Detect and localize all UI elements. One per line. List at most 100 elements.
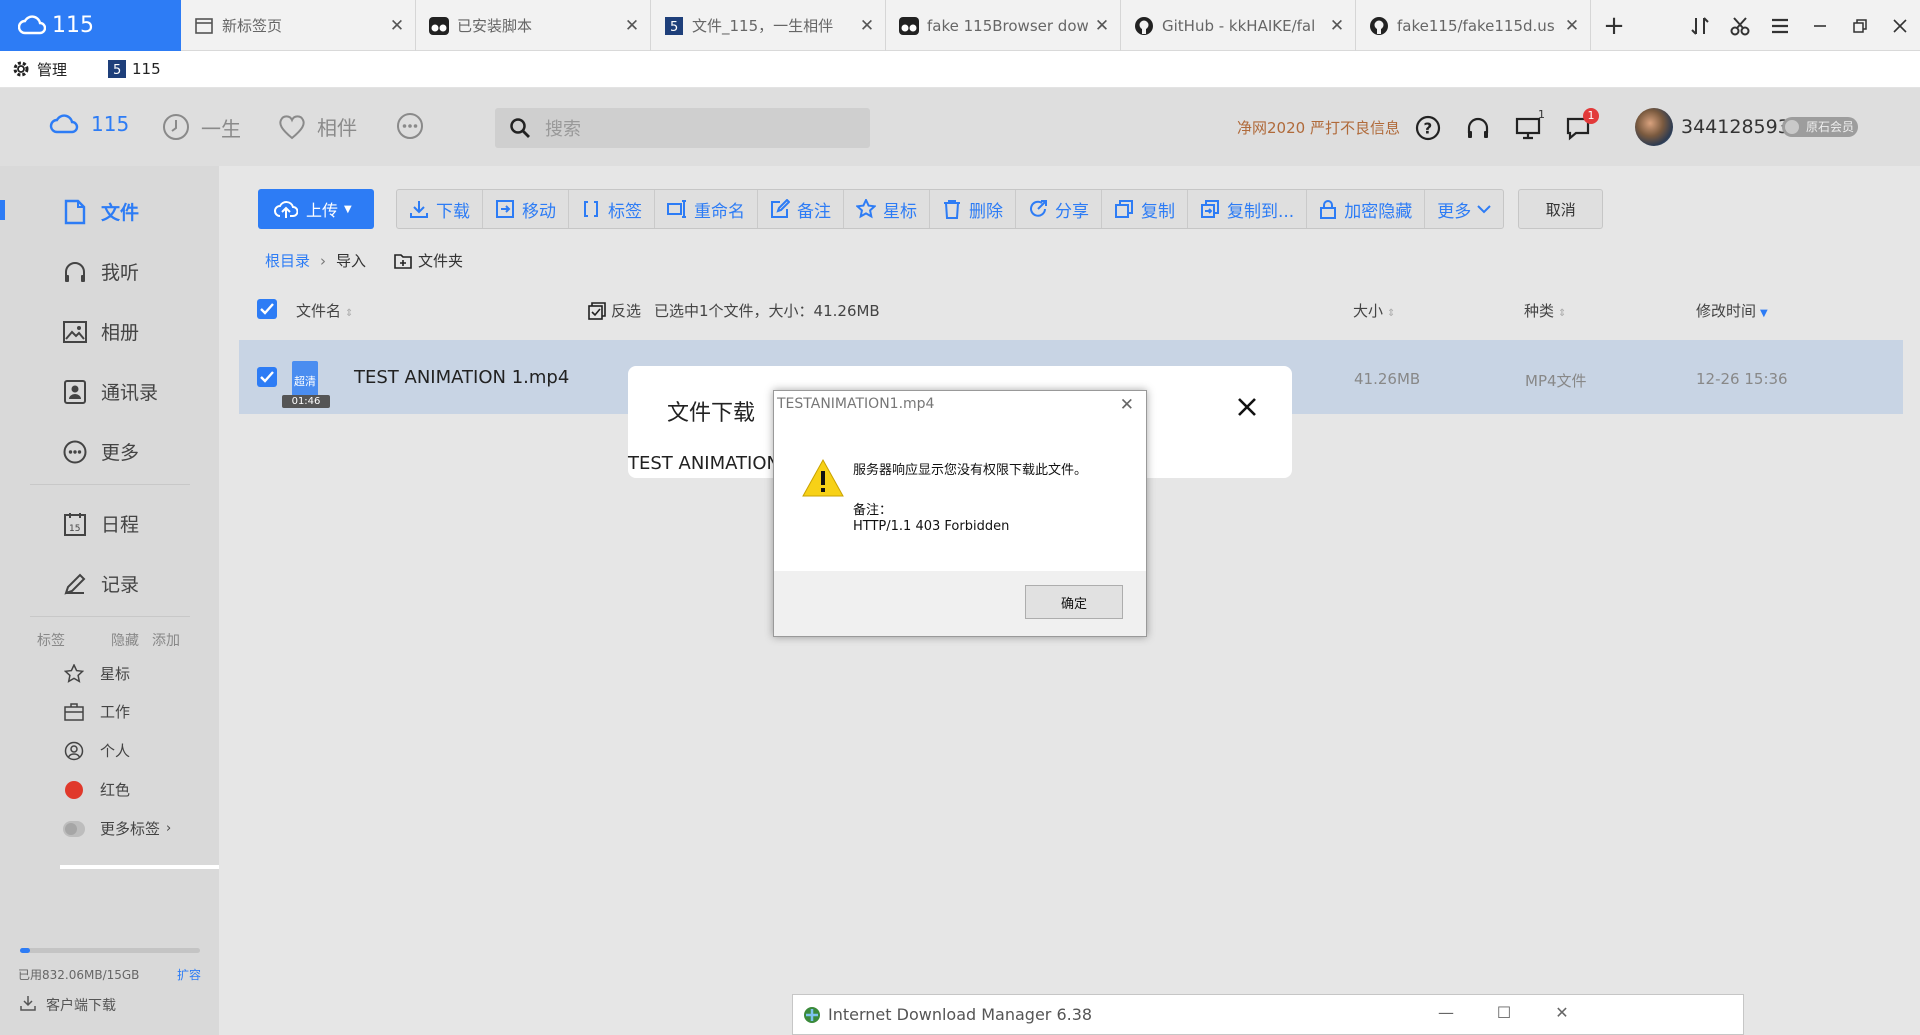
more-button[interactable]: 更多 xyxy=(1425,190,1503,228)
upload-button[interactable]: 上传 ▼ xyxy=(258,189,374,229)
tab-close-button[interactable]: ✕ xyxy=(1564,16,1580,36)
select-all-checkbox[interactable] xyxy=(257,299,277,319)
sidebar-item-album[interactable]: 相册 xyxy=(62,318,139,345)
tags-add-button[interactable]: 添加 xyxy=(152,630,180,650)
svg-text:?: ? xyxy=(1424,120,1433,138)
check-icon xyxy=(260,371,274,383)
copy-button[interactable]: 复制 xyxy=(1102,190,1188,228)
tab-close-button[interactable]: ✕ xyxy=(389,16,405,36)
tag-label: 个人 xyxy=(100,742,131,760)
tags-hide-button[interactable]: 隐藏 xyxy=(111,630,139,650)
new-tab-button[interactable]: + xyxy=(1591,0,1637,51)
sidebar-item-more[interactable]: 更多 xyxy=(62,438,139,465)
tab-github-fake115[interactable]: fake115/fake115d.us ✕ xyxy=(1356,0,1591,51)
sidebar-item-label: 更多 xyxy=(101,442,140,464)
tab-label: GitHub - kkHAIKE/fal xyxy=(1162,16,1316,35)
delete-button[interactable]: 删除 xyxy=(930,190,1016,228)
close-icon[interactable] xyxy=(1234,394,1260,420)
svg-text:5: 5 xyxy=(113,63,121,78)
star-icon xyxy=(856,199,876,219)
invert-label: 反选 xyxy=(611,302,642,320)
contacts-icon xyxy=(62,379,88,405)
minimize-icon[interactable] xyxy=(1800,0,1840,51)
column-kind[interactable]: 种类 ⇕ xyxy=(1524,300,1566,321)
tag-button[interactable]: 标签 xyxy=(569,190,655,228)
note-button[interactable]: 备注 xyxy=(758,190,844,228)
tag-personal[interactable]: 个人 xyxy=(62,740,130,761)
tab-installed-scripts[interactable]: 已安装脚本 ✕ xyxy=(416,0,651,51)
tab-fake-115browser[interactable]: fake 115Browser dow ✕ xyxy=(886,0,1121,51)
tab-close-button[interactable]: ✕ xyxy=(1094,16,1110,36)
user-id[interactable]: 344128593 xyxy=(1681,116,1790,138)
copy-to-button[interactable]: 复制到... xyxy=(1188,190,1308,228)
rename-button[interactable]: 重命名 xyxy=(655,190,758,228)
nav-yisheng[interactable]: 一生 xyxy=(161,112,241,142)
invert-selection-button[interactable]: 反选 xyxy=(588,300,641,321)
tab-new[interactable]: 新标签页 ✕ xyxy=(181,0,416,51)
download-label: 下载 xyxy=(436,201,470,222)
logo-115[interactable]: 115 xyxy=(49,112,129,136)
move-button[interactable]: 移动 xyxy=(483,190,569,228)
tab-115-files[interactable]: 5 文件_115，一生相伴 ✕ xyxy=(651,0,886,51)
new-folder-button[interactable]: 文件夹 xyxy=(394,250,463,271)
headphones-icon[interactable] xyxy=(1464,114,1492,142)
cancel-button[interactable]: 取消 xyxy=(1518,189,1604,229)
download-button[interactable]: 下载 xyxy=(397,190,483,228)
sidebar-item-listen[interactable]: 我听 xyxy=(62,258,139,285)
breadcrumb-current[interactable]: 导入 xyxy=(336,250,366,271)
sync-icon[interactable] xyxy=(1680,0,1720,51)
tab-close-button[interactable]: ✕ xyxy=(624,16,640,36)
ok-button[interactable]: 确定 xyxy=(1025,585,1123,619)
breadcrumb-root[interactable]: 根目录 xyxy=(265,250,310,271)
tab-115[interactable]: 115 xyxy=(0,0,181,51)
tab-close-button[interactable]: ✕ xyxy=(1329,16,1345,36)
tag-label: 更多标签 xyxy=(100,820,161,838)
sidebar-item-calendar[interactable]: 15 日程 xyxy=(62,510,139,537)
nav-more-button[interactable] xyxy=(396,112,434,140)
download-file-name: TEST ANIMATION xyxy=(628,453,780,474)
more-dots-icon xyxy=(396,112,424,140)
upload-label: 上传 xyxy=(306,201,339,220)
file-name[interactable]: TEST ANIMATION 1.mp4 xyxy=(354,367,569,388)
tag-work[interactable]: 工作 xyxy=(62,701,130,722)
tag-more[interactable]: 更多标签 › xyxy=(62,818,171,839)
star-button[interactable]: 星标 xyxy=(844,190,930,228)
column-name[interactable]: 文件名 ⇕ xyxy=(296,300,353,321)
search-placeholder: 搜索 xyxy=(545,119,581,140)
sidebar-item-contacts[interactable]: 通讯录 xyxy=(62,378,158,405)
restore-icon[interactable] xyxy=(1840,0,1880,51)
close-icon[interactable]: ✕ xyxy=(1120,395,1134,415)
column-modified[interactable]: 修改时间 ▼ xyxy=(1696,300,1768,321)
search-input[interactable]: 搜索 xyxy=(495,108,870,148)
bookmark-115[interactable]: 5 115 xyxy=(108,60,161,78)
nav-xiangban[interactable]: 相伴 xyxy=(277,112,357,141)
nav-label: 一生 xyxy=(201,116,241,141)
share-button[interactable]: 分享 xyxy=(1016,190,1102,228)
minimize-icon[interactable]: — xyxy=(1431,1003,1461,1022)
client-download-link[interactable]: 客户端下载 xyxy=(20,995,116,1015)
sidebar-item-files[interactable]: 文件 xyxy=(62,198,139,225)
expand-storage-link[interactable]: 扩容 xyxy=(177,966,201,983)
row-checkbox[interactable] xyxy=(257,367,277,387)
idm-window[interactable]: Internet Download Manager 6.38 — ☐ ✕ xyxy=(792,994,1744,1035)
close-icon[interactable]: ✕ xyxy=(1547,1003,1577,1022)
avatar[interactable] xyxy=(1635,108,1673,146)
maximize-icon[interactable]: ☐ xyxy=(1489,1003,1519,1022)
bookmark-manage[interactable]: 管理 xyxy=(11,59,67,80)
tag-star[interactable]: 星标 xyxy=(62,663,130,684)
sidebar-item-records[interactable]: 记录 xyxy=(62,570,139,597)
cut-icon[interactable] xyxy=(1720,0,1760,51)
close-icon[interactable] xyxy=(1880,0,1920,51)
tab-close-button[interactable]: ✕ xyxy=(859,16,875,36)
notice-text[interactable]: 净网2020 严打不良信息 xyxy=(1237,117,1400,138)
tag-red[interactable]: 红色 xyxy=(62,779,130,800)
person-icon xyxy=(62,741,86,761)
membership-badge[interactable]: 原石会员 xyxy=(1782,117,1858,137)
tags-header: 标签 隐藏 添加 xyxy=(37,630,187,650)
storage-text: 已用832.06MB/15GB xyxy=(18,968,140,982)
tab-github-kkhaike[interactable]: GitHub - kkHAIKE/fal ✕ xyxy=(1121,0,1356,51)
help-icon[interactable]: ? xyxy=(1414,114,1442,142)
column-size[interactable]: 大小 ⇕ xyxy=(1353,300,1395,321)
menu-icon[interactable] xyxy=(1760,0,1800,51)
encrypt-hide-button[interactable]: 加密隐藏 xyxy=(1307,190,1426,228)
